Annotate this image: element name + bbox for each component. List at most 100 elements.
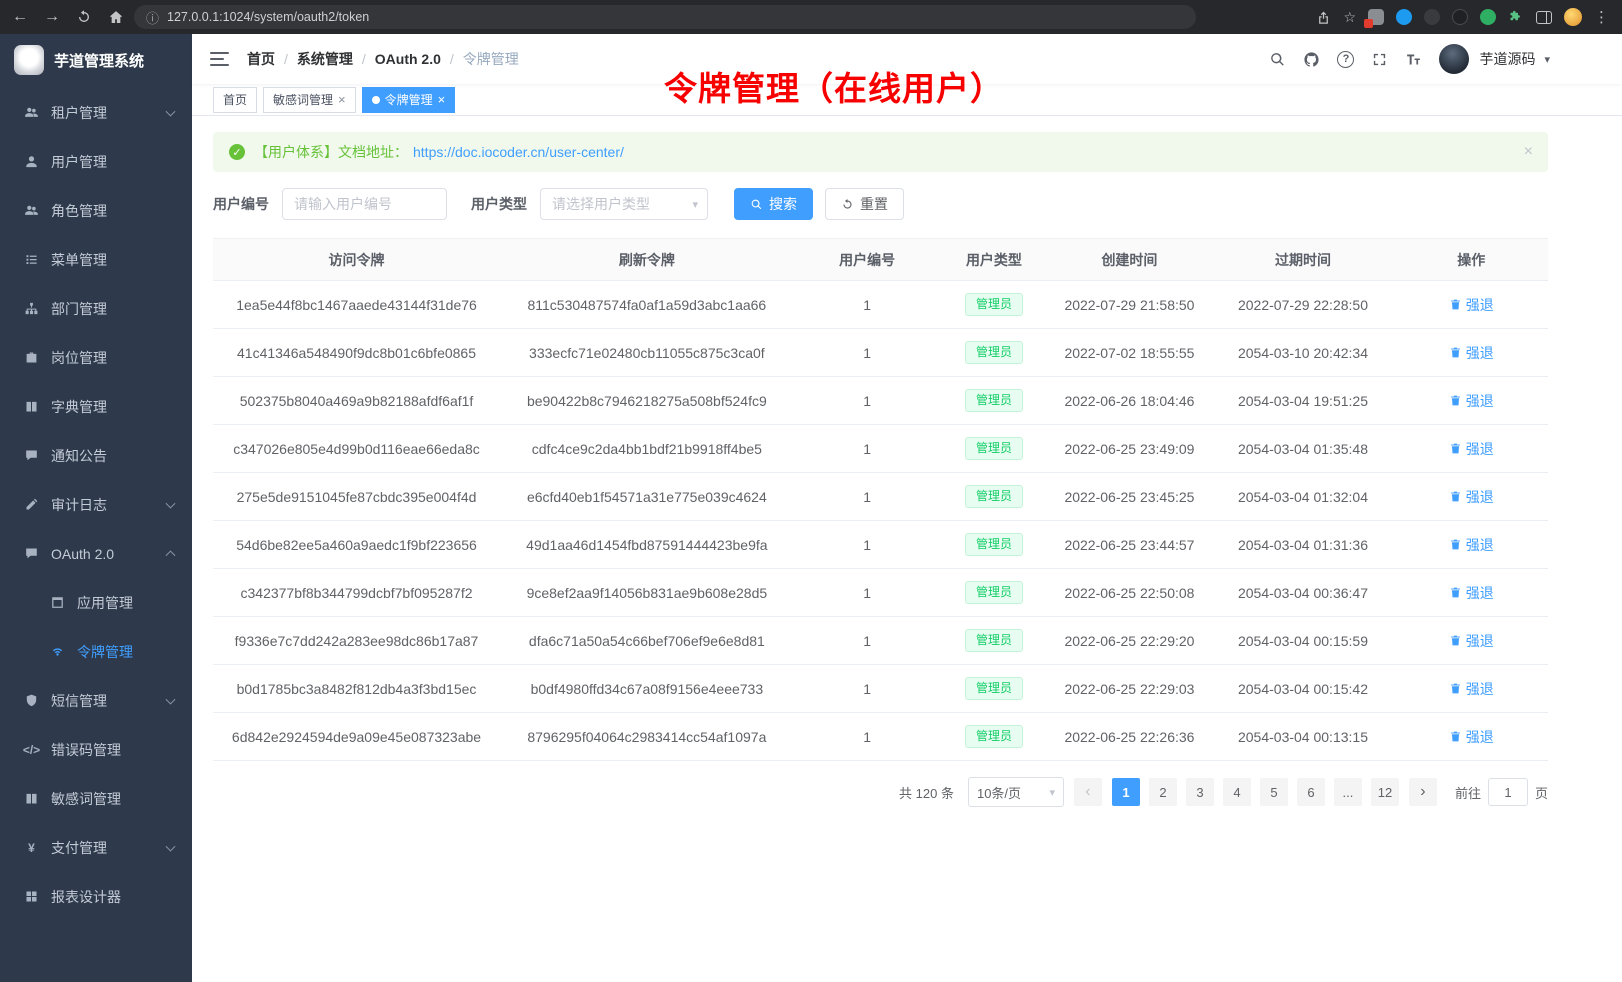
reset-button[interactable]: 重置 xyxy=(825,188,904,220)
close-icon[interactable]: × xyxy=(338,93,346,106)
help-icon[interactable]: ? xyxy=(1337,51,1354,68)
force-logout-button[interactable]: 强退 xyxy=(1449,727,1494,747)
extension-icon[interactable] xyxy=(1368,9,1384,25)
tab-token[interactable]: 令牌管理× xyxy=(362,87,456,113)
page-button[interactable]: 2 xyxy=(1149,778,1177,806)
cell-action: 强退 xyxy=(1394,713,1548,761)
sidebar-item-dict[interactable]: 字典管理 xyxy=(0,382,192,431)
close-icon[interactable]: × xyxy=(1524,144,1533,160)
sidebar-item-pay[interactable]: ¥支付管理 xyxy=(0,823,192,872)
refresh-icon[interactable] xyxy=(76,9,92,25)
sidebar-item-sensitive-word[interactable]: 敏感词管理 xyxy=(0,774,192,823)
user-avatar[interactable] xyxy=(1439,44,1469,74)
sidebar-item-sms[interactable]: 短信管理 xyxy=(0,676,192,725)
tab-sensitive-word[interactable]: 敏感词管理× xyxy=(263,87,356,113)
sidebar-item-audit-log[interactable]: 审计日志 xyxy=(0,480,192,529)
breadcrumb-item[interactable]: 系统管理 xyxy=(297,49,353,69)
oauth-icon xyxy=(22,546,41,561)
table-row: 502375b8040a469a9b82188afdf6af1fbe90422b… xyxy=(213,377,1548,425)
extensions-puzzle-icon[interactable] xyxy=(1508,9,1524,25)
user-id-input[interactable] xyxy=(282,188,447,220)
cell-refresh-token: 333ecfc71e02480cb11055c875c3ca0f xyxy=(500,329,794,377)
sidebar-collapse-icon[interactable] xyxy=(210,52,229,66)
share-icon[interactable] xyxy=(1316,10,1331,25)
extension-icon[interactable] xyxy=(1480,9,1496,25)
sidebar-item-dept[interactable]: 部门管理 xyxy=(0,284,192,333)
sidebar: 芋道管理系统 租户管理用户管理角色管理菜单管理部门管理岗位管理字典管理通知公告审… xyxy=(0,34,192,982)
page-button[interactable]: 4 xyxy=(1223,778,1251,806)
dept-icon xyxy=(22,301,41,316)
app-logo[interactable]: 芋道管理系统 xyxy=(0,34,192,86)
breadcrumb-item[interactable]: OAuth 2.0 xyxy=(375,51,441,67)
next-page-button[interactable]: › xyxy=(1409,778,1437,806)
active-tab-dot xyxy=(372,96,380,104)
sidebar-item-user[interactable]: 用户管理 xyxy=(0,137,192,186)
sidebar-item-app[interactable]: 应用管理 xyxy=(0,578,192,627)
search-icon[interactable] xyxy=(1269,51,1286,68)
force-logout-button[interactable]: 强退 xyxy=(1449,583,1494,603)
force-logout-button[interactable]: 强退 xyxy=(1449,295,1494,315)
user-type-select[interactable]: 请选择用户类型 ▾ xyxy=(540,188,708,220)
report-icon xyxy=(22,889,41,904)
back-icon[interactable]: ← xyxy=(12,9,28,25)
doc-link[interactable]: https://doc.iocoder.cn/user-center/ xyxy=(413,144,624,160)
sidebar-item-oauth[interactable]: OAuth 2.0 xyxy=(0,529,192,578)
cell-action: 强退 xyxy=(1394,617,1548,665)
force-logout-button[interactable]: 强退 xyxy=(1449,487,1494,507)
sidebar-item-notice[interactable]: 通知公告 xyxy=(0,431,192,480)
filter-form: 用户编号 用户类型 请选择用户类型 ▾ 搜索 重置 xyxy=(213,188,1548,220)
site-info-icon[interactable]: ⓘ xyxy=(146,8,159,27)
cell-create-time: 2022-06-25 22:29:20 xyxy=(1047,617,1211,665)
extension-icon[interactable] xyxy=(1452,9,1468,25)
bookmark-star-icon[interactable]: ☆ xyxy=(1343,10,1356,24)
sidebar-menu: 租户管理用户管理角色管理菜单管理部门管理岗位管理字典管理通知公告审计日志OAut… xyxy=(0,86,192,982)
chevron-up-icon xyxy=(166,550,176,560)
github-icon[interactable] xyxy=(1303,51,1320,68)
user-type-placeholder: 请选择用户类型 xyxy=(552,194,650,214)
goto-page-input[interactable] xyxy=(1488,778,1528,806)
page-button[interactable]: 5 xyxy=(1260,778,1288,806)
page-ellipsis-button[interactable]: ... xyxy=(1334,778,1362,806)
fullscreen-icon[interactable] xyxy=(1371,51,1388,68)
force-logout-button[interactable]: 强退 xyxy=(1449,535,1494,555)
page-button[interactable]: 1 xyxy=(1112,778,1140,806)
sidebar-item-role[interactable]: 角色管理 xyxy=(0,186,192,235)
forward-icon[interactable]: → xyxy=(44,9,60,25)
cell-user-type: 管理员 xyxy=(941,473,1048,521)
force-logout-button[interactable]: 强退 xyxy=(1449,343,1494,363)
page-size-select[interactable]: 10条/页 ▾ xyxy=(968,777,1064,807)
cell-action: 强退 xyxy=(1394,281,1548,329)
page-button[interactable]: 6 xyxy=(1297,778,1325,806)
extension-icon[interactable] xyxy=(1396,9,1412,25)
sidebar-item-tenant[interactable]: 租户管理 xyxy=(0,88,192,137)
tab-home[interactable]: 首页 xyxy=(213,87,257,113)
page-button[interactable]: 12 xyxy=(1371,778,1399,806)
cell-refresh-token: cdfc4ce9c2da4bb1bdf21b9918ff4be5 xyxy=(500,425,794,473)
force-logout-button[interactable]: 强退 xyxy=(1449,439,1494,459)
browser-menu-icon[interactable]: ⋮ xyxy=(1594,8,1610,26)
extension-icon[interactable] xyxy=(1424,9,1440,25)
address-bar[interactable]: ⓘ 127.0.0.1:1024/system/oauth2/token xyxy=(134,5,1196,29)
browser-profile-avatar[interactable] xyxy=(1564,8,1582,26)
sidebar-item-menu[interactable]: 菜单管理 xyxy=(0,235,192,284)
sidebar-item-token[interactable]: 令牌管理 xyxy=(0,627,192,676)
prev-page-button[interactable]: ‹ xyxy=(1074,778,1102,806)
close-icon[interactable]: × xyxy=(438,93,446,106)
cell-user-id: 1 xyxy=(794,665,941,713)
chevron-down-icon[interactable]: ▾ xyxy=(1544,53,1550,66)
sidebar-item-post[interactable]: 岗位管理 xyxy=(0,333,192,382)
page-button[interactable]: 3 xyxy=(1186,778,1214,806)
home-icon[interactable] xyxy=(108,9,124,25)
user-name[interactable]: 芋道源码 xyxy=(1479,49,1535,69)
sidebar-item-error-code[interactable]: </>错误码管理 xyxy=(0,725,192,774)
font-size-icon[interactable] xyxy=(1405,51,1422,68)
force-logout-button[interactable]: 强退 xyxy=(1449,679,1494,699)
split-view-icon[interactable] xyxy=(1536,11,1552,24)
search-button[interactable]: 搜索 xyxy=(734,188,813,220)
breadcrumb-item[interactable]: 首页 xyxy=(247,49,275,69)
force-logout-button[interactable]: 强退 xyxy=(1449,631,1494,651)
force-logout-button[interactable]: 强退 xyxy=(1449,391,1494,411)
sidebar-item-report[interactable]: 报表设计器 xyxy=(0,872,192,921)
success-check-icon: ✓ xyxy=(229,144,245,160)
cell-create-time: 2022-06-25 23:45:25 xyxy=(1047,473,1211,521)
